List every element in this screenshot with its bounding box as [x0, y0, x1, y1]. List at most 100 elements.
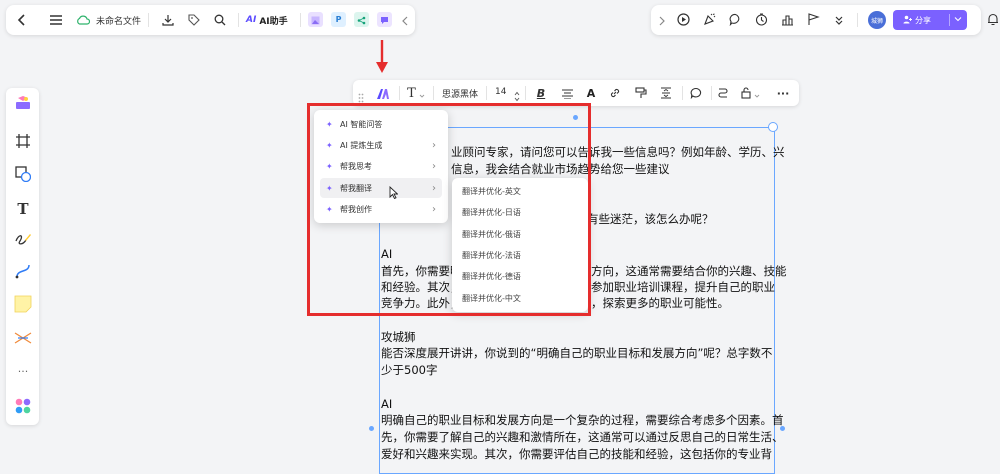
avatar-text: 城狮: [870, 17, 883, 25]
vote-button[interactable]: [777, 10, 797, 30]
annotation-highlight-box: [307, 103, 591, 316]
pen-icon: [14, 231, 32, 251]
mindmap-tool[interactable]: [9, 326, 37, 352]
link-icon: [609, 84, 621, 103]
bold-icon: B: [536, 86, 546, 100]
flag-icon: [807, 11, 820, 30]
doc-line: 参加职业培训课程，提升自己的职业: [591, 280, 775, 294]
more-tools-button[interactable]: [829, 10, 849, 30]
doc-line-partial: [381, 462, 773, 468]
hamburger-icon: [50, 15, 62, 25]
ai-logo-icon: AI: [246, 15, 257, 25]
link-button[interactable]: [605, 83, 625, 103]
collapse-plugins-button[interactable]: [398, 10, 412, 30]
file-name[interactable]: 未命名文件: [96, 14, 141, 27]
bold-button[interactable]: B: [531, 83, 551, 103]
frame-icon: [15, 133, 31, 153]
chat-icon: [380, 10, 389, 29]
paint-roller-icon: [635, 84, 647, 103]
image-plugin-icon: [311, 10, 320, 29]
share-divider: [949, 14, 950, 26]
share-nodes-icon: [357, 10, 366, 29]
timer-button[interactable]: [751, 10, 771, 30]
chevron-left-icon: [16, 14, 28, 26]
double-chevron-down-icon: [834, 11, 844, 30]
format-painter-button[interactable]: [631, 83, 651, 103]
connector-tool[interactable]: [9, 260, 37, 286]
text-icon: T: [407, 85, 416, 101]
lock-button[interactable]: [737, 83, 763, 103]
text-style-button[interactable]: T: [403, 83, 429, 103]
frame-tool[interactable]: [9, 130, 37, 156]
p-plugin-icon: P: [335, 15, 342, 24]
chevron-down-icon: [419, 84, 425, 103]
expand-button[interactable]: [655, 10, 669, 30]
menu-button[interactable]: [46, 10, 66, 30]
search-icon: [214, 11, 226, 30]
present-button[interactable]: [673, 10, 693, 30]
comment-button[interactable]: [725, 10, 745, 30]
connector-icon: [717, 84, 729, 103]
plugin-p-button[interactable]: P: [331, 12, 346, 27]
add-user-icon: [903, 15, 912, 26]
shape-tool[interactable]: [9, 163, 37, 189]
text-color-button[interactable]: A: [581, 83, 601, 103]
plugin-chat-button[interactable]: [377, 12, 392, 27]
font-size-input[interactable]: 14: [495, 87, 506, 97]
doc-line: 爱好和兴趣来实现。其次，你需要评估自己的技能和经验，这包括你的专业背: [381, 447, 772, 461]
ai-format-button[interactable]: [373, 83, 393, 103]
chevron-down-icon[interactable]: [954, 15, 962, 25]
back-button[interactable]: [12, 10, 32, 30]
follow-button[interactable]: [803, 10, 823, 30]
curve-line-icon: [15, 263, 31, 283]
doc-line: 明确自己的职业目标和发展方向是一个复杂的过程，需要综合考虑多个因素。首: [381, 413, 784, 427]
plugin-image-button[interactable]: [308, 12, 323, 27]
font-family-select[interactable]: 思源黑体: [442, 87, 478, 100]
chevron-down-icon: [754, 84, 760, 103]
mindmap-icon: [14, 330, 32, 349]
left-toolbar: T ···: [6, 88, 39, 425]
annotation-arrow-icon: [374, 40, 390, 78]
ai-assistant-button[interactable]: AI AI助手: [246, 11, 288, 29]
more-button[interactable]: ···: [773, 83, 793, 103]
chevron-right-icon: [658, 11, 666, 30]
search-button[interactable]: [210, 10, 230, 30]
doc-speaker: 攻城狮: [381, 330, 416, 344]
download-button[interactable]: [158, 10, 178, 30]
comment-button[interactable]: [686, 83, 706, 103]
timer-icon: [755, 11, 768, 30]
share-label: 分享: [915, 15, 931, 25]
doc-speaker: AI: [381, 397, 393, 411]
comment-icon: [729, 11, 742, 30]
sticky-note-tool[interactable]: [9, 293, 37, 319]
top-left-toolbar: 未命名文件 AI AI助手 P: [6, 5, 415, 35]
tag-button[interactable]: [184, 10, 204, 30]
plugin-share-button[interactable]: [354, 12, 369, 27]
template-tool[interactable]: [9, 92, 37, 118]
lock-icon: [740, 84, 752, 103]
line-spacing-button[interactable]: [656, 83, 676, 103]
connector-button[interactable]: [713, 83, 733, 103]
text-tool[interactable]: T: [9, 196, 37, 222]
chevron-left-small-icon: [401, 11, 409, 30]
notification-button[interactable]: [986, 10, 1000, 30]
doc-line: 有些迷茫，该怎么办呢？: [587, 212, 714, 226]
cloud-icon: [74, 11, 92, 29]
line-spacing-icon: [660, 84, 672, 103]
party-icon: [703, 11, 716, 30]
more-tools[interactable]: ···: [9, 358, 37, 384]
sticky-note-icon: [14, 295, 32, 317]
resize-handle[interactable]: [768, 122, 778, 132]
tag-icon: [188, 11, 200, 30]
apps-tool[interactable]: [9, 395, 37, 421]
align-button[interactable]: [557, 83, 577, 103]
more-icon: ···: [17, 364, 29, 378]
play-icon: [676, 11, 690, 30]
celebrate-button[interactable]: [699, 10, 719, 30]
share-button[interactable]: 分享: [893, 10, 967, 30]
pen-tool[interactable]: [9, 228, 37, 254]
avatar[interactable]: 城狮: [868, 11, 886, 29]
edge-handle-left[interactable]: [369, 426, 374, 431]
doc-line: 先，你需要了解自己的兴趣和激情所在，这通常可以通过反思自己的日常生活、: [381, 430, 784, 444]
ai-logo-icon: [377, 84, 389, 103]
